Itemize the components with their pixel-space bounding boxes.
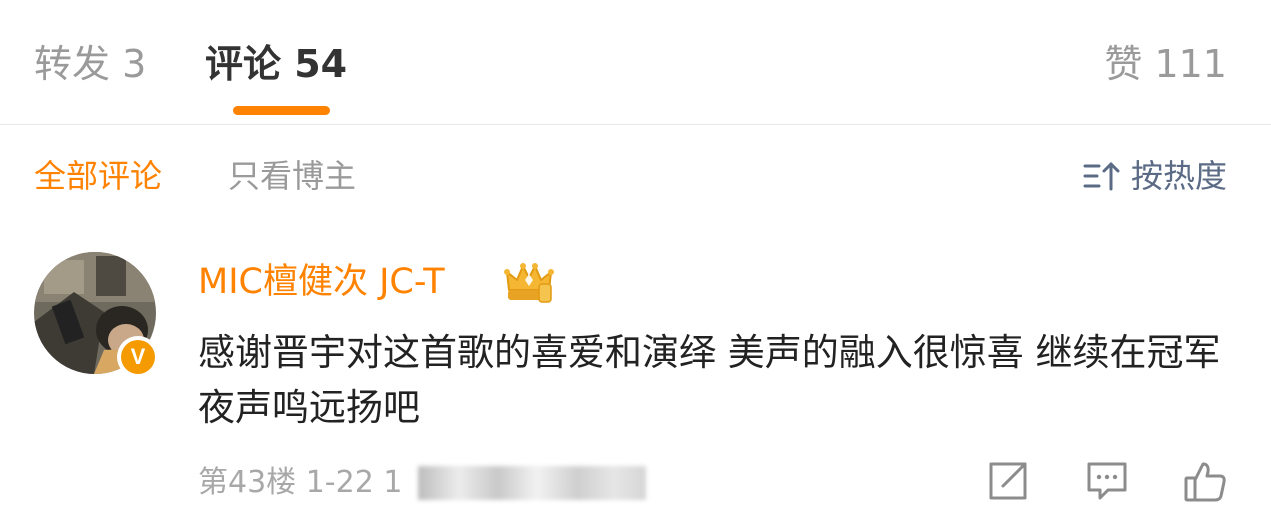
filter-all-comments[interactable]: 全部评论: [34, 153, 162, 199]
share-icon[interactable]: [985, 458, 1031, 504]
crown-icon: [504, 263, 554, 303]
tab-repost[interactable]: 转发 3: [34, 38, 146, 90]
verified-badge-label: V: [121, 340, 155, 374]
sort-button[interactable]: 按热度: [1083, 153, 1227, 199]
filter-op-only[interactable]: 只看博主: [228, 153, 356, 199]
reply-icon[interactable]: [1084, 458, 1130, 504]
sort-label: 按热度: [1130, 157, 1227, 195]
comment-text: 感谢晋宇对这首歌的喜爱和演绎 美声的融入很惊喜 继续在冠军夜声鸣远扬吧: [198, 331, 1221, 429]
comment-username[interactable]: MIC檀健次 JC-T: [198, 258, 445, 306]
verified-badge: V: [117, 336, 159, 378]
tab-comments[interactable]: 评论 54: [205, 38, 347, 90]
sort-icon: [1083, 162, 1120, 191]
like-icon[interactable]: [1182, 458, 1228, 504]
tab-likes[interactable]: 赞 111: [1104, 38, 1227, 90]
tabs-bar: 转发 3 评论 54 赞 111: [0, 0, 1271, 125]
comment-meta: 第43楼 1-22 1: [198, 465, 403, 500]
active-tab-indicator: [233, 106, 330, 115]
redacted-region: [418, 466, 646, 500]
